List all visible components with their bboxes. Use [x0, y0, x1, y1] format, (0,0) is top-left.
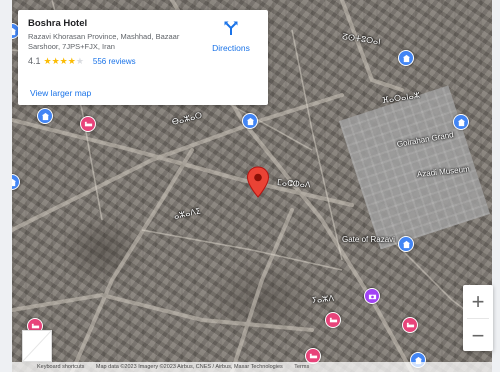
poi-marker-blue[interactable]	[398, 50, 414, 66]
star-icon: ★	[43, 56, 52, 66]
location-pin-icon[interactable]	[246, 166, 270, 198]
poi-marker-pink[interactable]	[402, 317, 418, 333]
rating-value: 4.1	[28, 56, 41, 66]
building-icon	[402, 54, 410, 62]
building-icon	[457, 118, 465, 126]
poi-marker-blue[interactable]	[37, 108, 53, 124]
building-icon	[12, 178, 16, 186]
star-icon: ★	[59, 56, 68, 66]
rating-row: 4.1 ★★★★★ 556 reviews	[28, 56, 258, 66]
rating-stars: ★★★★★	[44, 56, 84, 66]
keyboard-shortcuts-link[interactable]: Keyboard shortcuts	[37, 364, 84, 370]
reviews-link[interactable]: 556 reviews	[93, 57, 136, 66]
building-icon	[41, 112, 49, 120]
zoom-out-button[interactable]: −	[463, 319, 493, 352]
star-icon: ★	[67, 56, 76, 66]
bed-icon	[329, 317, 337, 322]
street-view-pegman-button[interactable]	[22, 330, 52, 362]
poi-marker-pink[interactable]	[80, 116, 96, 132]
star-icon: ★	[75, 56, 84, 66]
building-icon	[12, 27, 16, 35]
view-larger-map-link[interactable]: View larger map	[30, 88, 91, 98]
map-attribution: Keyboard shortcuts Map data ©2023 Imager…	[12, 362, 492, 372]
place-info-card: Boshra Hotel Razavi Khorasan Province, M…	[18, 10, 268, 105]
poi-marker-blue[interactable]	[398, 236, 414, 252]
page-margin-right	[492, 0, 500, 372]
poi-marker-blue[interactable]	[242, 113, 258, 129]
landmark-label: Gate of Razavi	[342, 235, 395, 244]
pegman-icon	[22, 330, 52, 362]
terms-link[interactable]: Terms	[294, 364, 309, 370]
building-icon	[402, 240, 410, 248]
poi-marker-purple[interactable]	[364, 288, 380, 304]
directions-icon	[224, 21, 238, 35]
poi-marker-pink[interactable]	[325, 312, 341, 328]
page-margin-left	[0, 0, 12, 372]
building-icon	[246, 117, 254, 125]
bed-icon	[406, 322, 414, 327]
directions-label: Directions	[212, 43, 250, 53]
zoom-controls: + −	[463, 285, 493, 351]
directions-button[interactable]: Directions	[206, 20, 256, 53]
camera-icon	[368, 294, 376, 299]
star-icon: ★	[51, 56, 60, 66]
zoom-in-button[interactable]: +	[463, 285, 493, 318]
place-address: Razavi Khorasan Province, Mashhad, Bazaa…	[28, 32, 180, 51]
poi-marker-blue[interactable]	[453, 114, 469, 130]
bed-icon	[309, 353, 317, 358]
bed-icon	[84, 121, 92, 126]
map-data-credit: Map data ©2023 Imagery ©2023 Airbus, CNE…	[95, 364, 283, 370]
